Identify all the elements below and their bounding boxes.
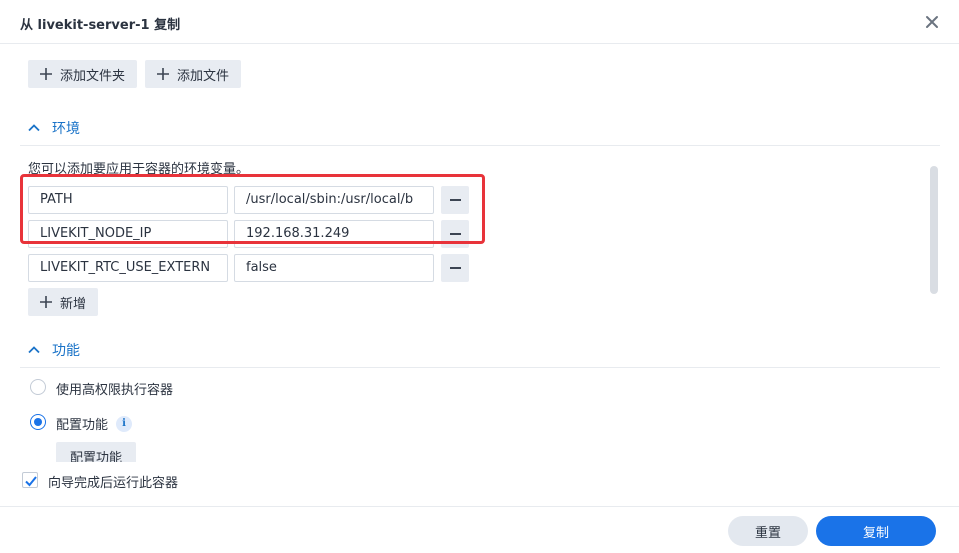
title-bar: 从 livekit-server-1 复制 <box>0 0 959 44</box>
close-icon[interactable] <box>925 14 939 28</box>
env-key-input[interactable]: PATH <box>28 186 228 214</box>
environment-section-title: 环境 <box>52 121 80 137</box>
privileged-label: 使用高权限执行容器 <box>56 383 174 398</box>
scrollbar-thumb[interactable] <box>930 166 938 294</box>
remove-env-button[interactable] <box>441 186 469 214</box>
minus-icon <box>449 233 461 235</box>
environment-section-toggle[interactable]: 环境 <box>28 118 80 138</box>
capabilities-section-toggle[interactable]: 功能 <box>28 340 80 360</box>
plus-icon <box>157 68 169 80</box>
add-file-label: 添加文件 <box>177 68 230 84</box>
env-value-input[interactable]: /usr/local/sbin:/usr/local/b <box>234 186 434 214</box>
reset-button[interactable]: 重置 <box>728 516 808 546</box>
run-after-wizard-label: 向导完成后运行此容器 <box>48 476 179 491</box>
section-divider <box>20 145 940 146</box>
capabilities-section-title: 功能 <box>52 343 80 359</box>
dialog-content: 添加文件夹 添加文件 环境 您可以添加要应用于容器的环境变量。 PATH /us… <box>0 44 959 462</box>
info-icon[interactable]: i <box>116 416 132 432</box>
add-env-label: 新增 <box>60 296 87 312</box>
add-folder-button[interactable]: 添加文件夹 <box>28 60 138 88</box>
env-key-input[interactable]: LIVEKIT_RTC_USE_EXTERN <box>28 254 228 282</box>
configure-capabilities-button-label: 配置功能 <box>69 450 122 463</box>
privileged-radio[interactable] <box>30 379 46 395</box>
copy-button[interactable]: 复制 <box>816 516 936 546</box>
env-key-input[interactable]: LIVEKIT_NODE_IP <box>28 220 228 248</box>
section-divider <box>20 367 940 368</box>
dialog-title: 从 livekit-server-1 复制 <box>20 18 181 33</box>
env-value-input[interactable]: 192.168.31.249 <box>234 220 434 248</box>
minus-icon <box>449 267 461 269</box>
add-folder-label: 添加文件夹 <box>60 68 126 84</box>
chevron-up-icon <box>28 124 40 132</box>
plus-icon <box>40 296 52 308</box>
remove-env-button[interactable] <box>441 220 469 248</box>
minus-icon <box>449 199 461 201</box>
chevron-up-icon <box>28 346 40 354</box>
plus-icon <box>40 68 52 80</box>
remove-env-button[interactable] <box>441 254 469 282</box>
run-after-wizard-checkbox[interactable] <box>22 472 38 488</box>
add-file-button[interactable]: 添加文件 <box>145 60 242 88</box>
checkmark-icon <box>25 476 37 487</box>
environment-description: 您可以添加要应用于容器的环境变量。 <box>28 162 250 177</box>
configure-capabilities-label: 配置功能 <box>56 418 109 433</box>
add-env-button[interactable]: 新增 <box>28 288 99 316</box>
configure-capabilities-radio[interactable] <box>30 414 46 430</box>
copy-container-dialog: 从 livekit-server-1 复制 添加文件夹 添加文件 环境 您可以添… <box>0 0 959 553</box>
env-value-input[interactable]: false <box>234 254 434 282</box>
configure-capabilities-button[interactable]: 配置功能 <box>56 442 136 462</box>
